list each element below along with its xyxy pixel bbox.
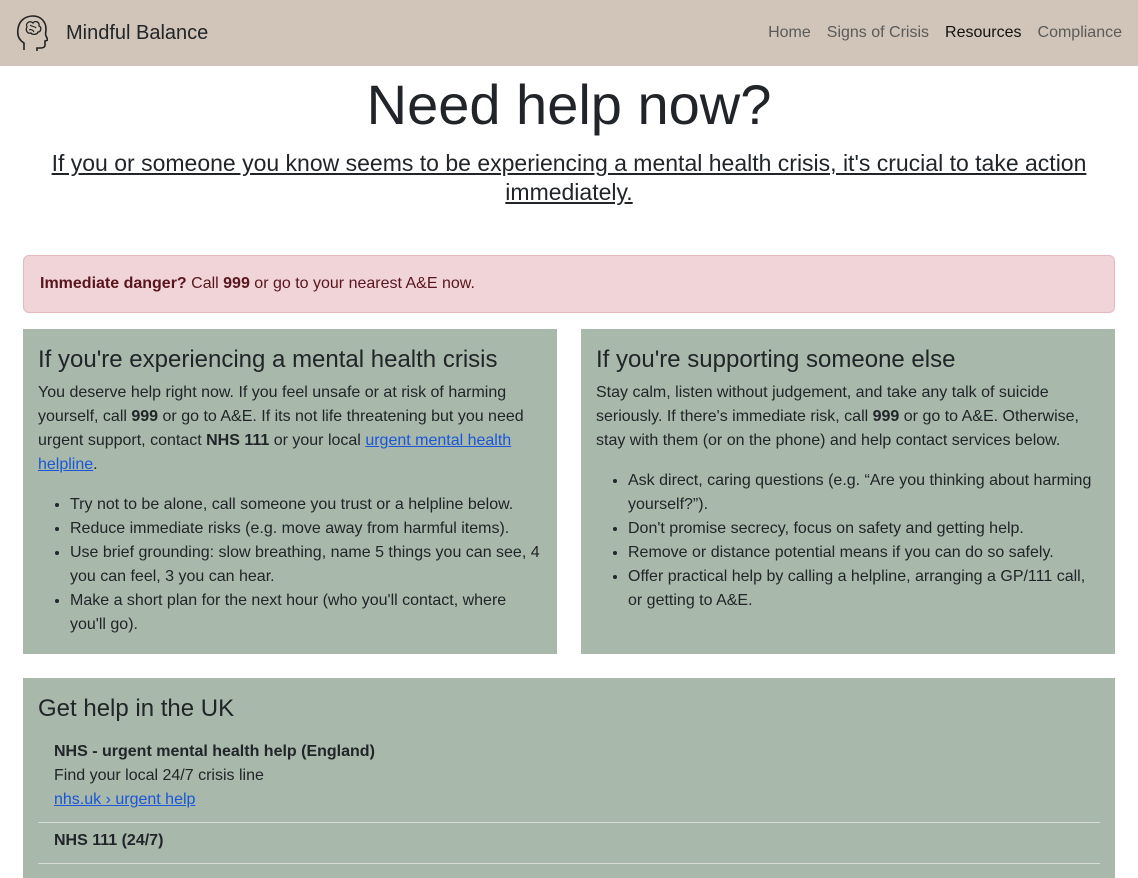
alert-number: 999 [223,275,250,292]
top-navbar: Mindful Balance Home Signs of Crisis Res… [0,0,1138,66]
other-card-list: Ask direct, caring questions (e.g. “Are … [596,469,1100,613]
self-card-text-4: . [93,456,98,473]
nav-link-home[interactable]: Home [768,24,811,42]
list-item: Try not to be alone, call someone you tr… [70,493,542,517]
nav-link-compliance[interactable]: Compliance [1038,24,1122,42]
uk-help-card: Get help in the UK NHS - urgent mental h… [23,678,1115,878]
self-card-text-3: or your local [269,432,366,449]
nav-links: Home Signs of Crisis Resources Complianc… [752,24,1122,42]
uk-card-heading: Get help in the UK [38,695,235,722]
alert-text-1: Call [186,275,224,292]
self-card-number: 999 [131,408,159,425]
other-card-heading: If you're supporting someone else [596,346,956,373]
danger-alert: Immediate danger? Call 999 or go to your… [23,255,1115,313]
uk-help-list: NHS - urgent mental health help (England… [38,734,1100,864]
nav-link-resources[interactable]: Resources [945,24,1021,42]
nav-link-signs-of-crisis[interactable]: Signs of Crisis [827,24,929,42]
list-item: Use brief grounding: slow breathing, nam… [70,541,542,589]
list-item: Make a short plan for the next hour (who… [70,589,542,637]
list-item: Reduce immediate risks (e.g. move away f… [70,517,542,541]
other-card-text: Stay calm, listen without judgement, and… [596,381,1100,453]
self-card-nhs: NHS 111 [206,432,270,449]
self-card-text: You deserve help right now. If you feel … [38,381,542,477]
alert-lead: Immediate danger? [40,275,187,292]
self-card-heading: If you're experiencing a mental health c… [38,346,498,373]
supporting-someone-card: If you're supporting someone else Stay c… [581,329,1115,654]
other-card-number: 999 [872,408,900,425]
page-title: Need help now? [366,73,772,136]
page-subtitle: If you or someone you know seems to be e… [51,150,1087,205]
brand-link[interactable]: Mindful Balance [16,13,208,53]
service-name: NHS - urgent mental health help (England… [54,743,375,760]
self-crisis-card: If you're experiencing a mental health c… [23,329,557,654]
head-brain-logo-icon [16,13,50,53]
service-description: Find your local 24/7 crisis line [54,767,264,784]
nhs-urgent-help-link[interactable]: nhs.uk › urgent help [54,791,195,808]
list-item: Ask direct, caring questions (e.g. “Are … [628,469,1100,517]
alert-text-2: or go to your nearest A&E now. [249,275,475,292]
list-item: Remove or distance potential means if yo… [628,541,1100,565]
brand-name: Mindful Balance [66,21,209,44]
self-card-list: Try not to be alone, call someone you tr… [38,493,542,637]
list-item: Don't promise secrecy, focus on safety a… [628,517,1100,541]
list-item: NHS - urgent mental health help (England… [38,734,1100,823]
service-name: NHS 111 (24/7) [54,832,164,849]
hero-section: Need help now? If you or someone you kno… [0,72,1138,207]
list-item: Offer practical help by calling a helpli… [628,565,1100,613]
